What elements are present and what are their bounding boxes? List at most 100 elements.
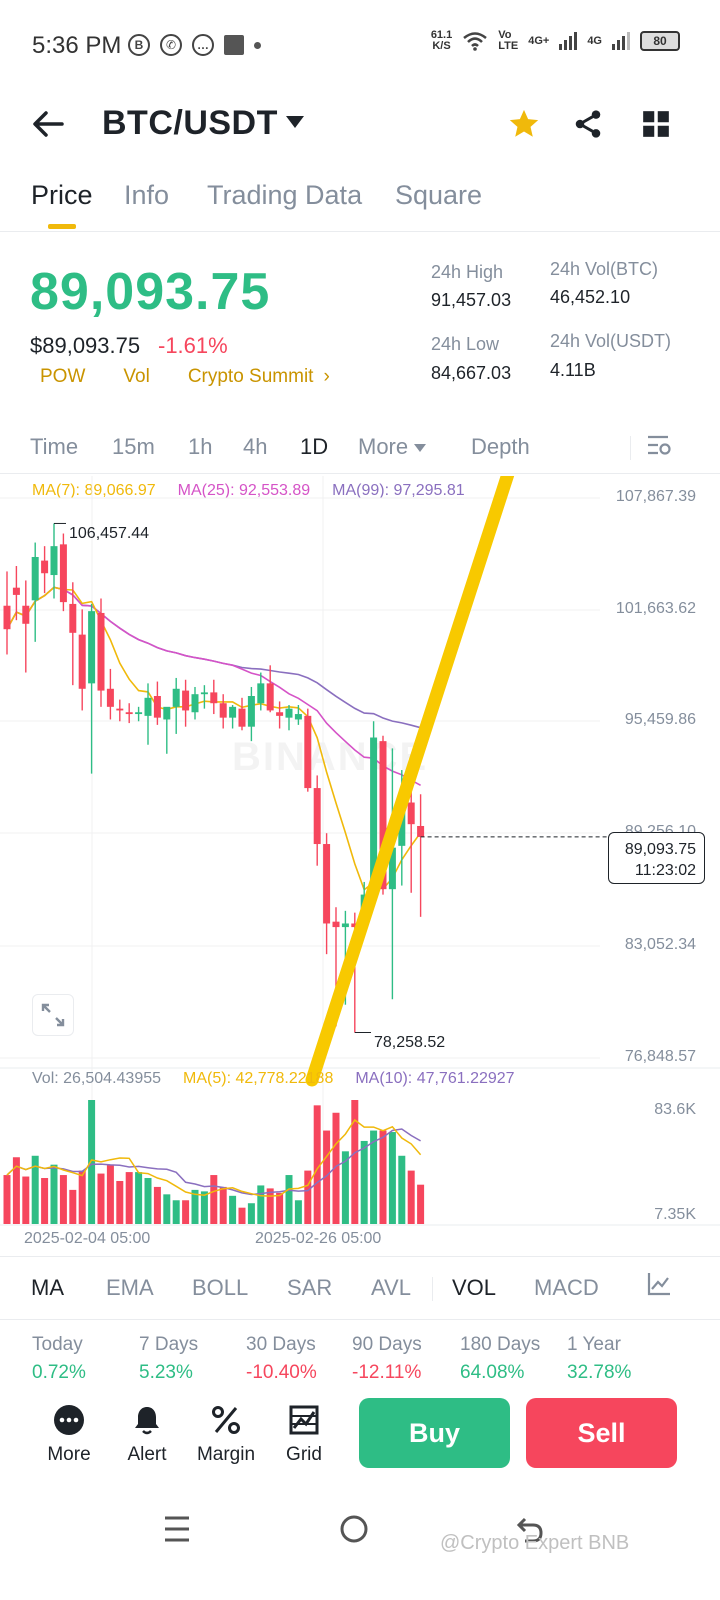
perf-90-days: 90 Days -12.11% bbox=[352, 1334, 422, 1380]
status-time: 5:36 PM bbox=[32, 32, 122, 59]
sell-button[interactable]: Sell bbox=[526, 1398, 677, 1468]
volume-bar bbox=[398, 1155, 406, 1224]
current-price-value: 89,093.75 bbox=[624, 841, 696, 858]
volume-bar bbox=[229, 1195, 237, 1224]
back-arrow-icon[interactable] bbox=[28, 104, 68, 144]
indicator-settings-icon[interactable] bbox=[646, 1271, 672, 1303]
candle-body bbox=[210, 692, 218, 704]
chart-settings-icon[interactable] bbox=[646, 432, 672, 464]
volume-bar bbox=[41, 1178, 49, 1224]
tab-price[interactable]: Price bbox=[31, 180, 93, 211]
notification-icons: B ✆ … bbox=[128, 34, 261, 56]
more-button[interactable]: More bbox=[29, 1400, 109, 1466]
home-icon[interactable] bbox=[339, 1514, 369, 1549]
margin-button[interactable]: Margin bbox=[186, 1400, 266, 1466]
tag-vol[interactable]: Vol bbox=[123, 366, 149, 388]
indicator-macd[interactable]: MACD bbox=[534, 1275, 599, 1301]
candle-body bbox=[407, 802, 415, 825]
candle-body bbox=[69, 603, 77, 633]
grid-menu-icon[interactable] bbox=[636, 104, 676, 144]
candle-body bbox=[341, 923, 349, 928]
grid-bot-icon bbox=[284, 1400, 324, 1440]
indicator-vol[interactable]: VOL bbox=[452, 1275, 496, 1301]
net2-indicator: 4G bbox=[587, 34, 602, 47]
volume-bar bbox=[247, 1203, 255, 1224]
indicator-ema[interactable]: EMA bbox=[106, 1275, 154, 1301]
perf-30-days: 30 Days -10.40% bbox=[246, 1334, 317, 1380]
candle-body bbox=[88, 611, 96, 684]
vol-axis-label: 7.35K bbox=[654, 1206, 696, 1223]
vol-usdt-label: 24h Vol(USDT) bbox=[550, 331, 672, 351]
axis-label: 107,867.39 bbox=[615, 488, 696, 505]
pair-dropdown-icon[interactable] bbox=[286, 116, 304, 128]
volume-bar bbox=[97, 1173, 105, 1224]
tag-crypto-summit[interactable]: Crypto Summit bbox=[188, 366, 314, 388]
grid-button[interactable]: Grid bbox=[264, 1400, 344, 1466]
current-price-tag: 89,093.75 11:23:02 bbox=[608, 832, 705, 884]
candle-body bbox=[135, 712, 143, 715]
tab-trading-data[interactable]: Trading Data bbox=[207, 180, 362, 211]
axis-label: 101,663.62 bbox=[615, 600, 696, 617]
candle-body bbox=[257, 683, 265, 704]
volume-bar bbox=[106, 1164, 114, 1224]
high-value: 91,457.03 bbox=[431, 290, 512, 310]
interval-4h[interactable]: 4h bbox=[243, 434, 267, 460]
recent-apps-icon[interactable] bbox=[163, 1514, 191, 1549]
dot-icon bbox=[254, 41, 261, 49]
volume-bar bbox=[163, 1194, 171, 1224]
signal2-icon bbox=[612, 32, 630, 50]
indicator-boll[interactable]: BOLL bbox=[192, 1275, 248, 1301]
usd-price: $89,093.75 bbox=[30, 333, 141, 358]
more-caret-icon bbox=[414, 444, 427, 453]
pair-title[interactable]: BTC/USDT bbox=[102, 104, 278, 143]
whatsapp-icon: ✆ bbox=[160, 34, 182, 56]
last-price: 89,093.75 bbox=[30, 263, 271, 321]
buy-button[interactable]: Buy bbox=[359, 1398, 510, 1468]
fullscreen-expand-icon[interactable] bbox=[32, 994, 74, 1036]
interval-1d[interactable]: 1D bbox=[300, 434, 328, 460]
indicator-sar[interactable]: SAR bbox=[287, 1275, 332, 1301]
candle-body bbox=[172, 688, 180, 707]
volume-bar bbox=[266, 1188, 274, 1224]
volume-bar bbox=[370, 1130, 378, 1224]
interval-15m[interactable]: 15m bbox=[112, 434, 155, 460]
perf-1-year: 1 Year 32.78% bbox=[567, 1334, 632, 1380]
candle-body bbox=[294, 714, 302, 720]
indicator-avl[interactable]: AVL bbox=[371, 1275, 411, 1301]
volume-bar bbox=[276, 1192, 284, 1224]
volume-bar bbox=[59, 1175, 67, 1224]
interval-depth[interactable]: Depth bbox=[471, 434, 530, 460]
alert-button[interactable]: Alert bbox=[107, 1400, 187, 1466]
volume-bar bbox=[257, 1185, 265, 1224]
candle-body bbox=[182, 690, 190, 711]
ma7-line bbox=[6, 586, 422, 891]
candle-body bbox=[313, 788, 321, 845]
tag-pow[interactable]: POW bbox=[40, 366, 85, 388]
date-label: 2025-02-26 05:00 bbox=[255, 1230, 382, 1247]
status-bar: 5:36 PM B ✆ … 61.1 K/S Vo LTE 4G+ 4G 80 bbox=[0, 0, 720, 90]
candle-body bbox=[78, 634, 86, 689]
tab-square[interactable]: Square bbox=[395, 180, 482, 211]
vol-axis-label: 83.6K bbox=[654, 1101, 696, 1118]
chat-icon: … bbox=[192, 34, 214, 56]
axis-label: 83,052.34 bbox=[624, 936, 696, 953]
perf-180-days: 180 Days 64.08% bbox=[460, 1334, 541, 1380]
wifi-icon bbox=[463, 32, 488, 51]
tags-more-icon[interactable]: › bbox=[323, 366, 329, 388]
share-icon[interactable] bbox=[568, 104, 608, 144]
indicator-bar: MA EMA BOLL SAR AVL VOL MACD bbox=[0, 1256, 720, 1320]
interval-1h[interactable]: 1h bbox=[188, 434, 212, 460]
indicator-ma[interactable]: MA bbox=[31, 1275, 64, 1301]
interval-more[interactable]: More bbox=[358, 434, 427, 460]
candle-body bbox=[417, 825, 425, 837]
candle-body bbox=[191, 694, 199, 713]
volume-bar bbox=[88, 1100, 96, 1224]
candle-body bbox=[41, 560, 49, 574]
candle-body bbox=[332, 921, 340, 928]
tab-info[interactable]: Info bbox=[124, 180, 169, 211]
interval-time[interactable]: Time bbox=[30, 434, 78, 460]
star-icon[interactable] bbox=[504, 104, 544, 144]
active-tab-indicator bbox=[48, 224, 76, 229]
volume-bar bbox=[3, 1175, 11, 1224]
candle-body bbox=[22, 605, 30, 624]
